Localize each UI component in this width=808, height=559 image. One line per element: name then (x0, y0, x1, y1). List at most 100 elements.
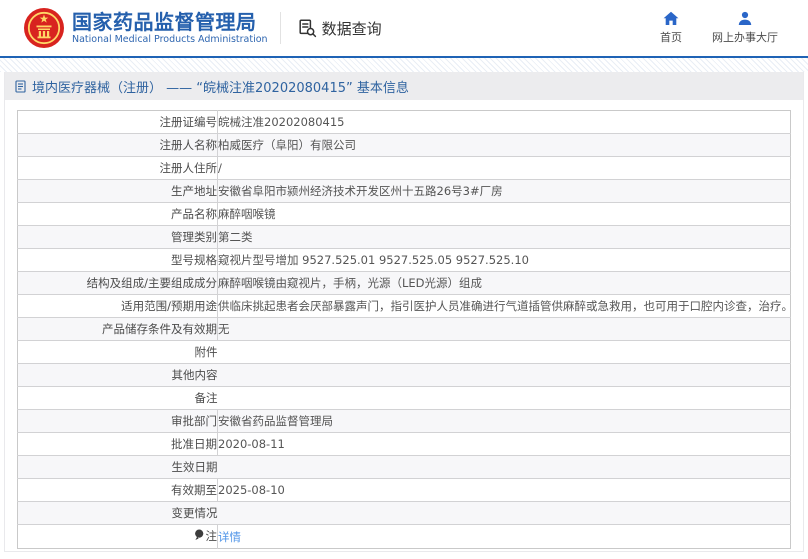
row-label-text: 审批部门 (171, 414, 217, 428)
header-quick-links: 首页 网上办事大厅 (660, 11, 786, 45)
table-row: 结构及组成/主要组成成分麻醉咽喉镜由窥视片，手柄，光源（LED光源）组成 (18, 272, 791, 295)
home-icon (663, 11, 679, 26)
document-icon (15, 80, 26, 93)
row-label-text: 适用范围/预期用途 (121, 299, 217, 313)
row-value-text: 安徽省药品监督管理局 (218, 414, 333, 428)
row-value-text: 供临床挑起患者会厌部暴露声门，指引医护人员准确进行气道插管供麻醉或急救用，也可用… (218, 299, 791, 313)
row-value: 供临床挑起患者会厌部暴露声门，指引医护人员准确进行气道插管供麻醉或急救用，也可用… (218, 295, 791, 318)
table-row: 生产地址安徽省阜阳市颍州经济技术开发区州十五路26号3#厂房 (18, 180, 791, 203)
site-logo: 国家药品监督管理局 National Medical Products Admi… (24, 8, 268, 48)
row-label-text: 批准日期 (171, 437, 217, 451)
data-query-label: 数据查询 (322, 18, 382, 39)
row-label: 生产地址 (18, 180, 218, 203)
nav-service-hall[interactable]: 网上办事大厅 (712, 11, 778, 45)
row-label: 批准日期 (18, 433, 218, 456)
row-label-text: 附件 (195, 345, 218, 359)
row-label-text: 生产地址 (171, 184, 217, 198)
row-label: 附件 (18, 341, 218, 364)
row-label-text: 产品名称 (171, 207, 217, 221)
row-value (218, 387, 791, 410)
nav-home[interactable]: 首页 (660, 11, 682, 45)
header-divider (280, 12, 281, 44)
row-label-text: 型号规格 (171, 253, 217, 267)
content-panel: 境内医疗器械（注册） —— “皖械注准20202080415” 基本信息 注册证… (4, 72, 804, 552)
table-row: 注详情 (18, 525, 791, 549)
row-value-text: 无 (218, 322, 230, 336)
row-label-text: 备注 (195, 391, 218, 405)
row-value-text: 安徽省阜阳市颍州经济技术开发区州十五路26号3#厂房 (218, 184, 503, 198)
row-value: / (218, 157, 791, 180)
user-icon (737, 11, 753, 26)
row-value: 2025-08-10 (218, 479, 791, 502)
row-value: 第二类 (218, 226, 791, 249)
row-value: 无 (218, 318, 791, 341)
row-value: 窥视片型号增加 9527.525.01 9527.525.05 9527.525… (218, 249, 791, 272)
row-label-text: 其他内容 (172, 368, 218, 382)
table-row: 附件 (18, 341, 791, 364)
row-value: 安徽省药品监督管理局 (218, 410, 791, 433)
detail-link[interactable]: 详情 (218, 530, 241, 544)
row-value (218, 341, 791, 364)
nav-home-label: 首页 (660, 29, 682, 45)
row-label: 注册人名称 (18, 134, 218, 157)
row-label: 备注 (18, 387, 218, 410)
table-row: 其他内容 (18, 364, 791, 387)
table-row: 管理类别第二类 (18, 226, 791, 249)
row-label: 变更情况 (18, 502, 218, 525)
row-value: 麻醉咽喉镜 (218, 203, 791, 226)
row-label: 有效期至 (18, 479, 218, 502)
note-pin-icon (194, 526, 204, 548)
breadcrumb: 境内医疗器械（注册） —— “皖械注准20202080415” 基本信息 (5, 72, 803, 100)
row-label: 审批部门 (18, 410, 218, 433)
table-row: 产品储存条件及有效期无 (18, 318, 791, 341)
table-row: 备注 (18, 387, 791, 410)
table-row: 审批部门安徽省药品监督管理局 (18, 410, 791, 433)
row-label: 产品名称 (18, 203, 218, 226)
table-row: 生效日期 (18, 456, 791, 479)
row-value-text: 柏威医疗（阜阳）有限公司 (218, 138, 356, 152)
row-value: 柏威医疗（阜阳）有限公司 (218, 134, 791, 157)
striped-strip (0, 58, 808, 72)
info-table: 注册证编号皖械注准20202080415注册人名称柏威医疗（阜阳）有限公司注册人… (17, 110, 791, 549)
row-label: 产品储存条件及有效期 (18, 318, 218, 341)
row-label: 其他内容 (18, 364, 218, 387)
row-value: 麻醉咽喉镜由窥视片，手柄，光源（LED光源）组成 (218, 272, 791, 295)
row-label: 生效日期 (18, 456, 218, 479)
row-label-text: 产品储存条件及有效期 (102, 322, 217, 336)
row-value: 2020-08-11 (218, 433, 791, 456)
row-value-text: 第二类 (218, 230, 253, 244)
row-value (218, 364, 791, 387)
national-emblem-icon (24, 8, 64, 48)
row-label: 管理类别 (18, 226, 218, 249)
row-label: 型号规格 (18, 249, 218, 272)
info-table-body: 注册证编号皖械注准20202080415注册人名称柏威医疗（阜阳）有限公司注册人… (18, 111, 791, 549)
org-title: 国家药品监督管理局 (72, 12, 268, 33)
table-row: 注册人名称柏威医疗（阜阳）有限公司 (18, 134, 791, 157)
row-value-text: 麻醉咽喉镜由窥视片，手柄，光源（LED光源）组成 (218, 276, 482, 290)
table-row: 变更情况 (18, 502, 791, 525)
row-label-text: 管理类别 (171, 230, 217, 244)
breadcrumb-text: 境内医疗器械（注册） —— “皖械注准20202080415” 基本信息 (32, 77, 409, 96)
row-label-text: 注册人住所 (160, 161, 218, 175)
site-logo-text: 国家药品监督管理局 National Medical Products Admi… (72, 12, 268, 45)
org-subtitle: National Medical Products Administration (72, 35, 268, 45)
row-label: 注册证编号 (18, 111, 218, 134)
row-value: 皖械注准20202080415 (218, 111, 791, 134)
row-label: 注册人住所 (18, 157, 218, 180)
row-value (218, 456, 791, 479)
row-value-text: / (218, 161, 222, 175)
data-query-nav[interactable]: 数据查询 (297, 18, 382, 39)
table-row: 适用范围/预期用途供临床挑起患者会厌部暴露声门，指引医护人员准确进行气道插管供麻… (18, 295, 791, 318)
row-value: 安徽省阜阳市颍州经济技术开发区州十五路26号3#厂房 (218, 180, 791, 203)
table-row: 注册人住所/ (18, 157, 791, 180)
data-query-icon (297, 18, 317, 38)
row-label-text: 变更情况 (172, 506, 218, 520)
row-value-text: 窥视片型号增加 9527.525.01 9527.525.05 9527.525… (218, 253, 529, 267)
row-label: 注 (18, 525, 218, 549)
row-label-text: 生效日期 (172, 460, 218, 474)
table-row: 产品名称麻醉咽喉镜 (18, 203, 791, 226)
row-label-text: 注 (206, 529, 218, 543)
row-value-text: 麻醉咽喉镜 (218, 207, 276, 221)
site-header: 国家药品监督管理局 National Medical Products Admi… (0, 0, 808, 56)
table-row: 型号规格窥视片型号增加 9527.525.01 9527.525.05 9527… (18, 249, 791, 272)
